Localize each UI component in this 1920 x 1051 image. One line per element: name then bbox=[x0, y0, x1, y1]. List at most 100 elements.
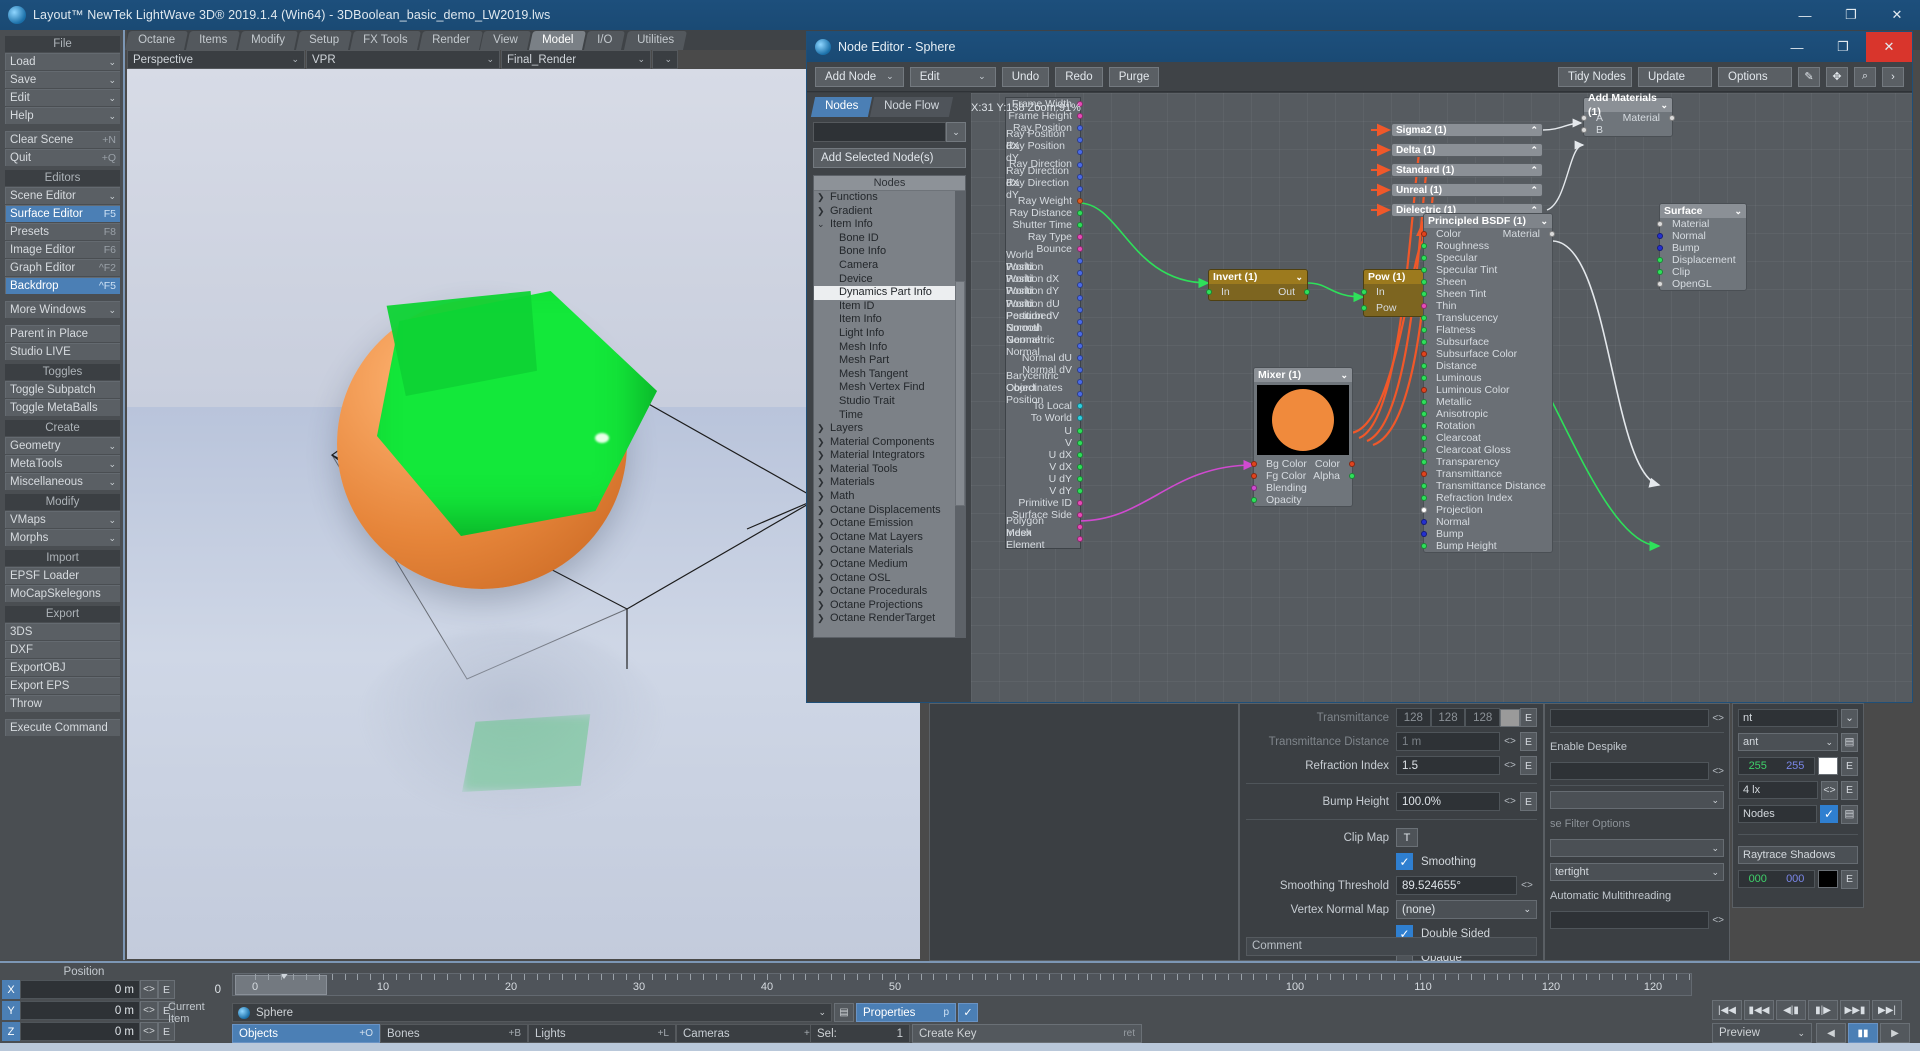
chevron-down-icon[interactable]: ⌄ bbox=[1734, 204, 1742, 218]
output-port-dot[interactable] bbox=[1077, 209, 1083, 216]
vertex-normal-map-dropdown[interactable]: (none) ⌄ bbox=[1396, 900, 1537, 919]
sidebar-item-exportobj[interactable]: ExportOBJ bbox=[5, 659, 120, 676]
chevron-right-icon[interactable]: ❯ bbox=[817, 504, 830, 518]
light-color-blue[interactable]: 255 bbox=[1786, 760, 1804, 772]
menu-tab-model[interactable]: Model bbox=[529, 31, 587, 50]
timeline[interactable]: 0 10 20 30 40 50 100 110 120 120 bbox=[232, 973, 1692, 996]
node-tree-item-material-components[interactable]: ❯ Material Components bbox=[814, 436, 965, 450]
output-port-dot[interactable] bbox=[1077, 173, 1083, 180]
light-intensity-envelope-button[interactable]: E bbox=[1841, 780, 1858, 800]
shadow-color-green[interactable]: 000 bbox=[1749, 873, 1767, 885]
node-tree-item-octane-rendertarget[interactable]: ❯ Octane RenderTarget bbox=[814, 612, 965, 626]
input-node-output-ray-type[interactable]: Ray Type bbox=[1006, 231, 1083, 243]
chevron-right-icon[interactable]: ❯ bbox=[817, 205, 830, 219]
shadow-color-envelope-button[interactable]: E bbox=[1841, 869, 1858, 889]
output-port-dot[interactable] bbox=[1077, 161, 1083, 168]
node-list-tab-node-flow[interactable]: Node Flow bbox=[870, 97, 954, 117]
stepper-icon[interactable]: <> bbox=[1712, 713, 1724, 724]
surface-input-bump[interactable]: Bump bbox=[1657, 242, 1746, 254]
node-tree-item-octane-mat-layers[interactable]: ❯ Octane Mat Layers bbox=[814, 531, 965, 545]
input-port-dot[interactable] bbox=[1421, 327, 1427, 333]
sidebar-item-presets[interactable]: Presets F8 bbox=[5, 223, 120, 240]
node-tree-item-bone-id[interactable]: Bone ID bbox=[814, 232, 965, 246]
principled-input-bump[interactable]: Bump bbox=[1421, 528, 1552, 540]
node-tree-item-material-tools[interactable]: ❯ Material Tools bbox=[814, 463, 965, 477]
output-port-dot[interactable] bbox=[1077, 294, 1083, 301]
sidebar-item-more-windows[interactable]: More Windows ⌄ bbox=[5, 301, 120, 318]
input-port-dot[interactable] bbox=[1421, 387, 1427, 393]
menu-tab-modify[interactable]: Modify bbox=[238, 31, 299, 50]
principled-input-luminous[interactable]: Luminous bbox=[1421, 372, 1552, 384]
input-port-dot[interactable] bbox=[1657, 221, 1663, 227]
envelope-button[interactable]: E bbox=[158, 980, 175, 999]
chevron-right-icon[interactable]: ❯ bbox=[817, 531, 830, 545]
menu-tab-items[interactable]: Items bbox=[186, 31, 241, 50]
move-icon[interactable]: ✥ bbox=[1826, 66, 1848, 87]
input-port-dot[interactable] bbox=[1421, 495, 1427, 501]
node-tree-item-time[interactable]: Time bbox=[814, 409, 965, 423]
chevron-up-icon[interactable]: ⌃ bbox=[1530, 125, 1538, 136]
menu-tab-view[interactable]: View bbox=[480, 31, 532, 50]
port-bg-color-dot[interactable] bbox=[1251, 461, 1257, 467]
input-node-output-ray-position-dy[interactable]: Ray Position dY bbox=[1006, 140, 1083, 164]
output-port-dot[interactable] bbox=[1077, 185, 1083, 192]
surface-input-normal[interactable]: Normal bbox=[1657, 230, 1746, 242]
surface-row-input[interactable]: 100.0% bbox=[1396, 792, 1500, 811]
node-tree-scrollbar[interactable] bbox=[955, 191, 965, 637]
viewport-view-mode-dropdown[interactable]: Perspective ⌄ bbox=[127, 50, 305, 69]
node-tree-item-studio-trait[interactable]: Studio Trait bbox=[814, 395, 965, 409]
node-principled-bsdf[interactable]: Principled BSDF (1) ⌄ Color Material Rough… bbox=[1421, 213, 1555, 553]
envelope-button[interactable]: E bbox=[158, 1022, 175, 1041]
stepper-icon[interactable]: <> bbox=[140, 980, 158, 999]
sidebar-item-geometry[interactable]: Geometry ⌄ bbox=[5, 437, 120, 454]
node-mixer[interactable]: Mixer (1) ⌄ Bg Color Color Fg Color Alph… bbox=[1251, 367, 1355, 507]
stepper-icon[interactable]: <> bbox=[1500, 736, 1520, 747]
output-port-dot[interactable] bbox=[1077, 427, 1083, 434]
output-port-dot[interactable] bbox=[1077, 355, 1083, 362]
principled-input-normal[interactable]: Normal bbox=[1421, 516, 1552, 528]
stepper-icon[interactable]: <> bbox=[140, 1001, 158, 1020]
surface-input-displacement[interactable]: Displacement bbox=[1657, 254, 1746, 266]
port-blending-dot[interactable] bbox=[1251, 485, 1257, 491]
chevron-right-icon[interactable]: ❯ bbox=[817, 436, 830, 450]
shadow-color-swatch[interactable] bbox=[1818, 870, 1838, 888]
input-port-dot[interactable] bbox=[1657, 257, 1663, 263]
chevron-right-icon[interactable]: ❯ bbox=[817, 544, 830, 558]
menu-tab-fx-tools[interactable]: FX Tools bbox=[350, 31, 421, 50]
chevron-down-icon[interactable]: ⌄ bbox=[1540, 214, 1548, 228]
input-port-dot[interactable] bbox=[1657, 233, 1663, 239]
node-tree-item-octane-projections[interactable]: ❯ Octane Projections bbox=[814, 599, 965, 613]
menu-tab-setup[interactable]: Setup bbox=[296, 31, 353, 50]
input-node-output-to-world[interactable]: To World bbox=[1006, 412, 1083, 424]
light-falloff-dropdown[interactable]: ant ⌄ bbox=[1738, 733, 1838, 751]
node-graph-canvas[interactable]: X:31 Y:138 Zoom:91% Frame Width Frame Hei… bbox=[971, 93, 1912, 702]
port-out-dot[interactable] bbox=[1304, 289, 1310, 295]
chevron-right-icon[interactable]: ❯ bbox=[817, 422, 830, 436]
transport-button-5[interactable]: ▶▶| bbox=[1872, 1000, 1902, 1020]
current-item-dropdown[interactable]: Sphere ⌄ bbox=[232, 1003, 832, 1022]
sidebar-item-metatools[interactable]: MetaTools ⌄ bbox=[5, 455, 120, 472]
add-selected-nodes-button[interactable]: Add Selected Node(s) bbox=[813, 148, 966, 168]
sidebar-item-backdrop[interactable]: Backdrop ^F5 bbox=[5, 277, 120, 294]
chevron-down-icon[interactable]: ⌄ bbox=[108, 188, 116, 205]
node-tree-item-item-info[interactable]: ⌄ Item Info bbox=[814, 218, 965, 232]
principled-input-metallic[interactable]: Metallic bbox=[1421, 396, 1552, 408]
menu-tab-i-o[interactable]: I/O bbox=[584, 31, 626, 50]
principled-input-distance[interactable]: Distance bbox=[1421, 360, 1552, 372]
principled-input-roughness[interactable]: Roughness bbox=[1421, 240, 1552, 252]
update-button[interactable]: Update bbox=[1638, 66, 1712, 87]
node-tree-item-item-id[interactable]: Item ID bbox=[814, 300, 965, 314]
node-surface-header[interactable]: Surface ⌄ bbox=[1660, 204, 1746, 218]
input-node-output-v-dy[interactable]: V dY bbox=[1006, 485, 1083, 497]
input-port-dot[interactable] bbox=[1657, 245, 1663, 251]
port-in-dot[interactable] bbox=[1206, 289, 1212, 295]
input-port-dot[interactable] bbox=[1657, 281, 1663, 287]
port-pow-dot[interactable] bbox=[1361, 305, 1367, 311]
port-material-out-dot[interactable] bbox=[1669, 115, 1675, 121]
envelope-button[interactable]: E bbox=[1520, 708, 1537, 727]
sidebar-item-save[interactable]: Save ⌄ bbox=[5, 71, 120, 88]
node-tree-item-octane-medium[interactable]: ❯ Octane Medium bbox=[814, 558, 965, 572]
comment-input[interactable]: Comment bbox=[1246, 937, 1537, 956]
eyedropper-icon[interactable]: ✎ bbox=[1798, 66, 1820, 87]
chevron-right-icon[interactable]: ❯ bbox=[817, 490, 830, 504]
